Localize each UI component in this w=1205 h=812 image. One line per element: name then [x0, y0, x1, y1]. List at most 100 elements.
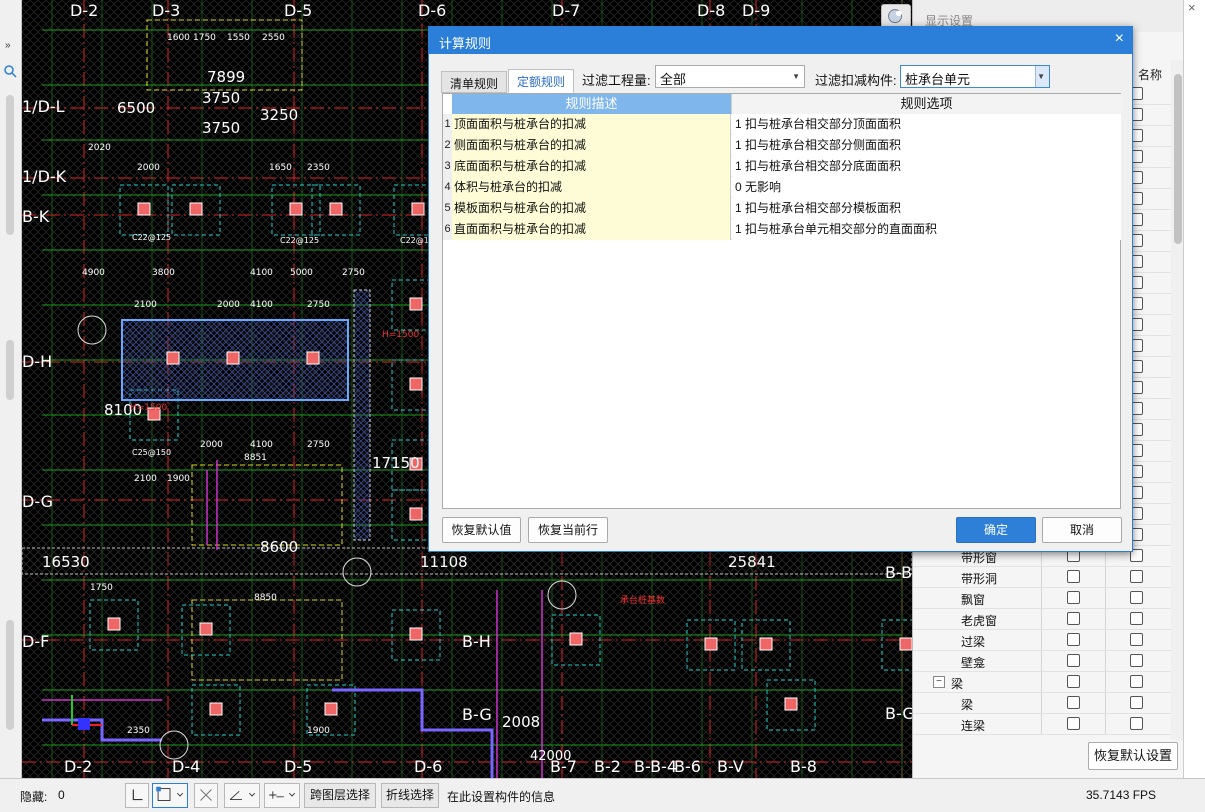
restore-current-row-button[interactable]: 恢复当前行 — [528, 517, 608, 543]
rule-description-cell[interactable]: 侧面面积与桩承台的扣减 — [452, 135, 731, 156]
rule-description-cell[interactable]: 直面面积与桩承台的扣减 — [452, 219, 731, 240]
rule-option-cell[interactable]: 1 扣与桩承台相交部分顶面面积 — [732, 114, 1121, 135]
chevron-down-icon: ▼ — [1037, 72, 1045, 81]
snap-mode-icon[interactable] — [152, 783, 188, 808]
ucs-origin — [78, 718, 90, 730]
scrollbar-thumb[interactable] — [1174, 74, 1182, 244]
axis-label-left: 1/D-L — [22, 97, 65, 116]
rule-option-cell[interactable]: 1 扣与桩承台相交部分底面面积 — [732, 156, 1121, 177]
name-checkbox[interactable] — [1130, 717, 1143, 730]
component-name: 连梁 — [961, 719, 986, 733]
axis-label-left: D-F — [22, 632, 49, 651]
component-name: 飘窗 — [961, 593, 986, 607]
ok-button[interactable]: 确定 — [956, 517, 1036, 543]
dimension-text: 11108 — [420, 553, 468, 571]
axis-label-right: B-G — [462, 705, 492, 724]
ortho-mode-icon[interactable] — [125, 783, 149, 808]
col-header-option[interactable]: 规则选项 — [731, 94, 1121, 114]
filter-component-select[interactable]: 桩承台单元 ▼ — [900, 65, 1050, 88]
visibility-checkbox[interactable] — [1067, 633, 1080, 646]
visibility-checkbox[interactable] — [1067, 675, 1080, 688]
left-scrollbar-mid[interactable] — [6, 340, 14, 400]
pile — [209, 702, 223, 716]
rule-option-cell[interactable]: 0 无影响 — [732, 177, 1121, 198]
dimension-text: 17150 — [372, 454, 420, 472]
dimension-text: 8851 — [244, 453, 267, 463]
rule-row[interactable]: 2 侧面面积与桩承台的扣减 1 扣与桩承台相交部分侧面面积 — [443, 135, 1121, 156]
axis-label-top: D-2 — [70, 1, 98, 20]
axis-label-top: D-3 — [152, 1, 180, 20]
chevron-down-icon: ▼ — [792, 72, 800, 81]
dimension-text: 2020 — [88, 143, 111, 153]
name-checkbox[interactable] — [1130, 654, 1143, 667]
name-checkbox[interactable] — [1130, 633, 1143, 646]
list-item: 飘窗 — [913, 588, 1173, 609]
restore-display-default-button[interactable]: 恢复默认设置 — [1088, 742, 1178, 770]
name-checkbox[interactable] — [1130, 591, 1143, 604]
cross-layer-select-button[interactable]: 跨图层选择 — [304, 783, 376, 808]
calc-rules-dialog: 计算规则 × 清单规则 定额规则 过滤工程量: 全部 ▼ 过滤扣减构件: 桩承台… — [428, 26, 1133, 552]
axis-label-top: D-5 — [284, 1, 312, 20]
dimension-text: 16530 — [42, 553, 90, 571]
visibility-checkbox[interactable] — [1067, 570, 1080, 583]
axis-label-top: D-9 — [742, 1, 770, 20]
visibility-checkbox[interactable] — [1067, 591, 1080, 604]
pile — [166, 351, 180, 365]
rule-description-cell[interactable]: 模板面积与桩承台的扣减 — [452, 198, 731, 219]
axis-label-bottom: B-V — [717, 757, 744, 776]
tab-quota-rules[interactable]: 定额规则 — [508, 69, 575, 93]
rule-option-cell[interactable]: 1 扣与桩承台相交部分侧面面积 — [732, 135, 1121, 156]
dimension-text: 2000 — [137, 163, 160, 173]
dimension-text: C22@125 — [132, 233, 171, 242]
axis-label-bottom: D-4 — [172, 757, 200, 776]
name-checkbox[interactable] — [1130, 675, 1143, 688]
visibility-checkbox[interactable] — [1067, 654, 1080, 667]
dimension-text: 7899 — [207, 68, 245, 86]
dimension-text: 1750 — [90, 583, 113, 593]
collapse-toggle-icon[interactable]: − — [933, 676, 945, 688]
close-icon[interactable]: × — [1188, 0, 1196, 15]
cancel-button[interactable]: 取消 — [1042, 517, 1122, 543]
polyline-select-button[interactable]: 折线选择 — [381, 783, 439, 808]
name-checkbox[interactable] — [1130, 696, 1143, 709]
rule-row[interactable]: 6 直面面积与桩承台的扣减 1 扣与桩承台单元相交部分的直面面积 — [443, 219, 1121, 240]
left-scrollbar-top[interactable] — [6, 95, 14, 235]
visibility-checkbox[interactable] — [1067, 696, 1080, 709]
dimension-icon[interactable] — [264, 783, 300, 808]
axis-label-bottom: B-8 — [790, 757, 817, 776]
close-icon[interactable]: × — [1115, 30, 1124, 48]
dimension-text: 1600 — [167, 33, 190, 43]
visibility-checkbox[interactable] — [1067, 717, 1080, 730]
dimension-text: 4100 — [250, 300, 273, 310]
rule-description-cell[interactable]: 顶面面积与桩承台的扣减 — [452, 114, 731, 135]
cross-icon[interactable] — [194, 783, 218, 808]
tab-list-rules[interactable]: 清单规则 — [441, 71, 508, 93]
angle-icon[interactable] — [224, 783, 260, 808]
dimension-text: 2008 — [502, 713, 540, 731]
pile — [409, 297, 423, 311]
expand-chevron-icon[interactable]: » — [5, 40, 11, 51]
pile — [409, 507, 423, 521]
dialog-title: 计算规则 — [439, 36, 492, 51]
annotation-text: 承台桩基数 — [620, 594, 665, 606]
rule-option-cell[interactable]: 1 扣与桩承台单元相交部分的直面面积 — [732, 219, 1121, 240]
visibility-checkbox[interactable] — [1067, 612, 1080, 625]
rule-row[interactable]: 1 顶面面积与桩承台的扣减 1 扣与桩承台相交部分顶面面积 — [443, 114, 1121, 135]
restore-default-button[interactable]: 恢复默认值 — [442, 517, 521, 543]
search-icon[interactable] — [3, 64, 17, 78]
name-checkbox[interactable] — [1130, 612, 1143, 625]
filter-quantity-select[interactable]: 全部 ▼ — [655, 65, 805, 88]
rule-row[interactable]: 4 体积与桩承台的扣减 0 无影响 — [443, 177, 1121, 198]
rule-description-cell[interactable]: 底面面积与桩承台的扣减 — [452, 156, 731, 177]
rule-option-cell[interactable]: 1 扣与桩承台相交部分模板面积 — [732, 198, 1121, 219]
rule-row[interactable]: 3 底面面积与桩承台的扣减 1 扣与桩承台相交部分底面面积 — [443, 156, 1121, 177]
dialog-title-bar[interactable]: 计算规则 × — [429, 27, 1132, 54]
rule-row[interactable]: 5 模板面积与桩承台的扣减 1 扣与桩承台相交部分模板面积 — [443, 198, 1121, 219]
dimension-text: 1900 — [167, 474, 190, 484]
pile — [189, 202, 203, 216]
left-scrollbar-bottom[interactable] — [6, 620, 14, 730]
hidden-count: 0 — [58, 788, 65, 802]
col-header-desc[interactable]: 规则描述 — [452, 94, 731, 114]
rule-description-cell[interactable]: 体积与桩承台的扣减 — [452, 177, 731, 198]
name-checkbox[interactable] — [1130, 570, 1143, 583]
